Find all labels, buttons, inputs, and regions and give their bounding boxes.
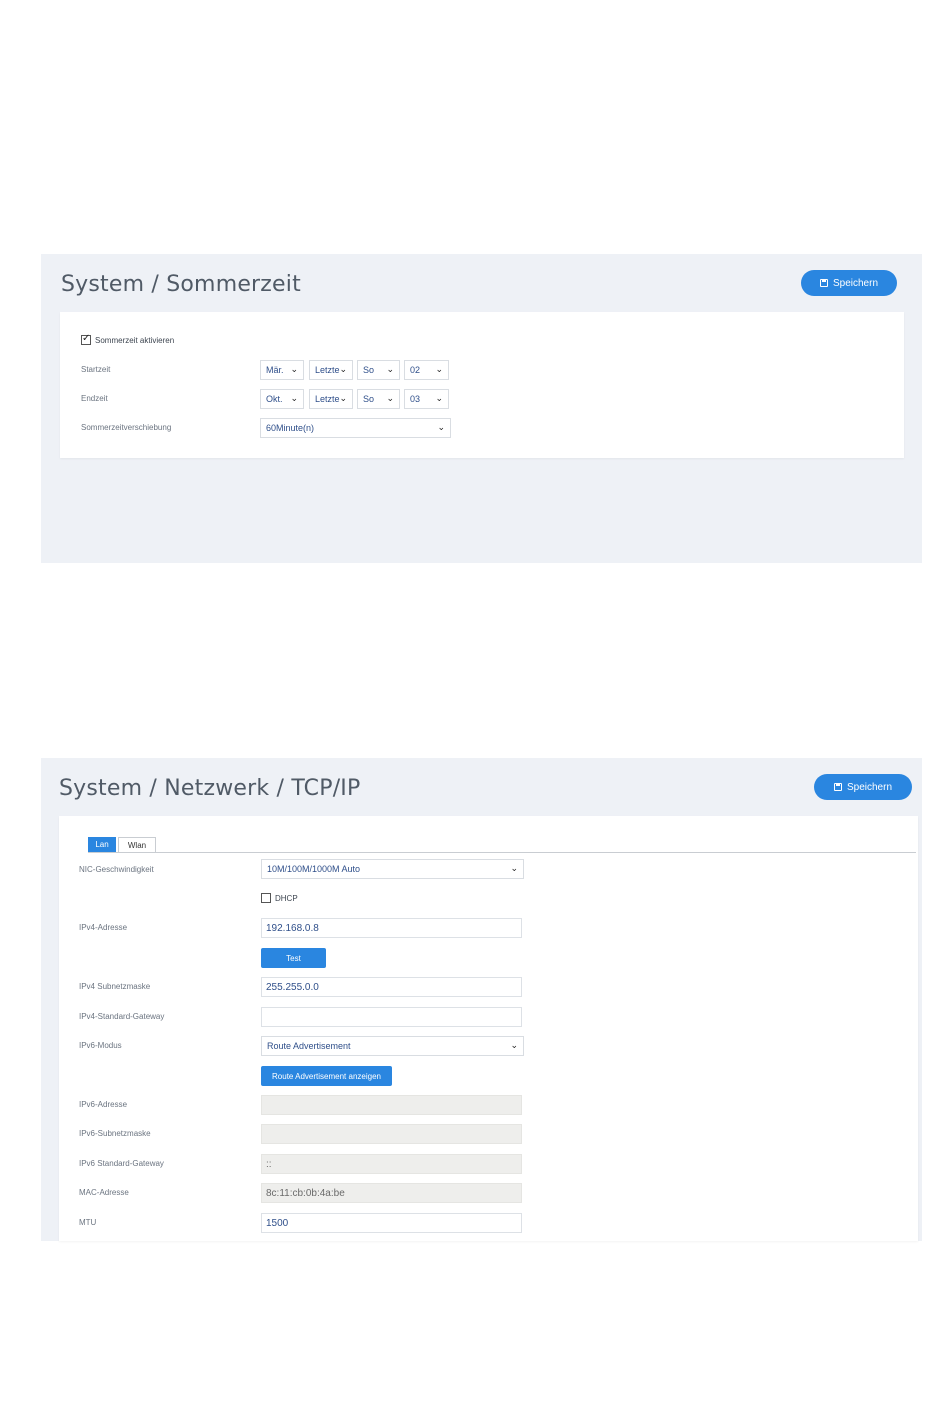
start-hour-select[interactable]: 02 ⌄ xyxy=(404,360,449,380)
subnet-field[interactable]: 255.255.0.0 xyxy=(261,977,522,997)
save-button[interactable]: Speichern xyxy=(801,270,897,296)
sommerzeit-card: Sommerzeit aktivieren Startzeit Mär.⌄ Le… xyxy=(60,312,904,458)
sommerzeit-panel: System / Sommerzeit Speichern Sommerzeit… xyxy=(41,254,922,563)
nic-select[interactable]: 10M/100M/1000M Auto ⌄ xyxy=(261,859,524,879)
test-button[interactable]: Test xyxy=(261,948,326,968)
chevron-down-icon: ⌄ xyxy=(510,1040,518,1050)
start-label: Startzeit xyxy=(81,365,111,374)
tab-divider xyxy=(88,852,916,853)
network-panel: System / Netzwerk / TCP/IP Speichern Lan… xyxy=(41,758,922,1241)
gateway-field[interactable] xyxy=(261,1007,522,1027)
ipv6-addr-label: IPv6-Adresse xyxy=(79,1100,128,1109)
save-icon xyxy=(819,279,828,287)
end-week-select[interactable]: Letzte ⌄ xyxy=(309,389,353,409)
start-month-select[interactable]: Mär. ⌄ xyxy=(260,360,304,380)
start-day-select[interactable]: So ⌄ xyxy=(357,360,400,380)
shift-select[interactable]: 60Minute(n) ⌄ xyxy=(260,418,451,438)
chevron-down-icon: ⌄ xyxy=(510,863,518,873)
save-label: Speichern xyxy=(832,277,879,289)
mtu-label: MTU xyxy=(79,1218,97,1227)
nic-label: NIC-Geschwindigkeit xyxy=(79,865,154,874)
mtu-field[interactable]: 1500 xyxy=(261,1213,522,1233)
chevron-down-icon: ⌄ xyxy=(437,422,445,432)
gateway-label: IPv4-Standard-Gateway xyxy=(79,1012,165,1021)
end-month-select[interactable]: Okt. ⌄ xyxy=(260,389,304,409)
dhcp-toggle[interactable]: DHCP xyxy=(261,893,298,903)
ipv6-subnet-field xyxy=(261,1124,522,1144)
ipv4-field[interactable]: 192.168.0.8 xyxy=(261,918,522,938)
chevron-down-icon: ⌄ xyxy=(386,393,394,403)
save-label: Speichern xyxy=(846,781,893,793)
dhcp-checkbox[interactable] xyxy=(261,893,271,903)
network-card: Lan Wlan NIC-Geschwindigkeit 10M/100M/10… xyxy=(59,816,918,1241)
ipv6-mode-select[interactable]: Route Advertisement ⌄ xyxy=(261,1036,524,1056)
shift-label: Sommerzeitverschiebung xyxy=(81,423,172,432)
chevron-down-icon: ⌄ xyxy=(339,364,347,374)
save-button[interactable]: Speichern xyxy=(814,774,912,800)
sommerzeit-enable[interactable]: Sommerzeit aktivieren xyxy=(81,333,175,345)
ipv6-gateway-label: IPv6 Standard-Gateway xyxy=(79,1159,164,1168)
chevron-down-icon: ⌄ xyxy=(386,364,394,374)
chevron-down-icon: ⌄ xyxy=(290,393,298,403)
enable-checkbox[interactable] xyxy=(81,333,91,345)
chevron-down-icon: ⌄ xyxy=(435,364,443,374)
mac-label: MAC-Adresse xyxy=(79,1188,129,1197)
ipv6-gateway-field: :: xyxy=(261,1154,522,1174)
ipv6-mode-label: IPv6-Modus xyxy=(79,1041,122,1050)
chevron-down-icon: ⌄ xyxy=(435,393,443,403)
route-advertisement-button[interactable]: Route Advertisement anzeigen xyxy=(261,1066,392,1086)
save-icon xyxy=(833,783,842,791)
end-day-select[interactable]: So ⌄ xyxy=(357,389,400,409)
page-title: System / Netzwerk / TCP/IP xyxy=(59,776,361,801)
page-title: System / Sommerzeit xyxy=(61,272,301,297)
ipv4-label: IPv4-Adresse xyxy=(79,923,128,932)
tab-lan[interactable]: Lan xyxy=(88,837,116,852)
start-week-select[interactable]: Letzte ⌄ xyxy=(309,360,353,380)
chevron-down-icon: ⌄ xyxy=(339,393,347,403)
enable-label: Sommerzeit aktivieren xyxy=(95,335,175,345)
dhcp-label: DHCP xyxy=(275,893,298,903)
chevron-down-icon: ⌄ xyxy=(290,364,298,374)
end-label: Endzeit xyxy=(81,394,108,403)
ipv6-subnet-label: IPv6-Subnetzmaske xyxy=(79,1129,151,1138)
end-hour-select[interactable]: 03 ⌄ xyxy=(404,389,449,409)
mac-field: 8c:11:cb:0b:4a:be xyxy=(261,1183,522,1203)
tab-wlan[interactable]: Wlan xyxy=(118,837,156,852)
subnet-label: IPv4 Subnetzmaske xyxy=(79,982,151,991)
ipv6-addr-field xyxy=(261,1095,522,1115)
